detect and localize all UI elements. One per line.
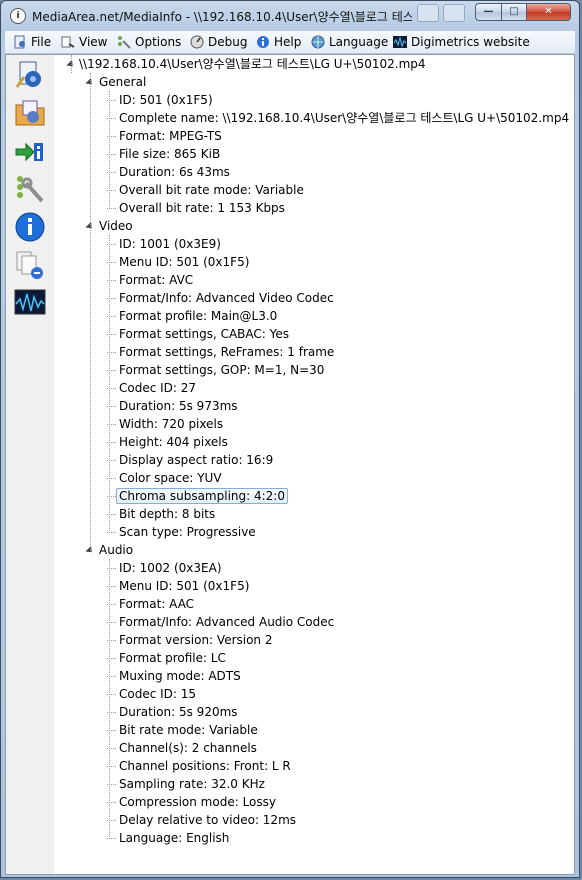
tree-field-audio[interactable]: Compression mode: Lossy — [107, 793, 276, 811]
tree-guide-line — [71, 55, 72, 73]
tree-field-video[interactable]: Duration: 5s 973ms — [107, 397, 238, 415]
menu-file[interactable]: File — [13, 31, 51, 53]
tree-root-file[interactable]: \\192.168.10.4\User\양수열\블로그 테스트\LG U+\50… — [79, 55, 426, 73]
tree-field-general[interactable]: Overall bit rate mode: Variable — [107, 181, 304, 199]
menu-file-label: File — [31, 35, 52, 49]
options-menu-icon — [118, 36, 131, 49]
tree-field-general[interactable]: File size: 865 KiB — [106, 145, 220, 163]
tree-field-video[interactable]: ID: 1001 (0x3E9) — [107, 235, 221, 253]
tree-field-audio[interactable]: Delay relative to video: 12ms — [106, 811, 296, 829]
ghost-window-icon — [443, 4, 465, 22]
tree-field-video[interactable]: Format/Info: Advanced Video Codec — [107, 289, 334, 307]
tree-field-audio[interactable]: Format version: Version 2 — [107, 631, 273, 649]
menu-website-label: Digimetrics website — [411, 35, 530, 49]
menu-options-label: Options — [135, 35, 182, 49]
client-area: \\192.168.10.4\User\양수열\블로그 테스트\LG U+\50… — [5, 54, 575, 875]
tree-field-general[interactable]: Duration: 6s 43ms — [107, 163, 230, 181]
tree-field-video[interactable]: Color space: YUV — [107, 469, 222, 487]
tree-field-audio[interactable]: Channel positions: Front: L R — [107, 757, 291, 775]
menu-language[interactable]: Language — [311, 31, 388, 53]
export-icon[interactable] — [14, 135, 46, 167]
close-button[interactable]: ✕ — [526, 3, 571, 21]
section-general[interactable]: General — [99, 73, 146, 91]
tree-field-video[interactable]: Height: 404 pixels — [107, 433, 228, 451]
language-globe-icon — [311, 35, 325, 49]
tree-field-audio[interactable]: Format: AAC — [106, 595, 194, 613]
menu-debug-label: Debug — [208, 35, 248, 49]
menu-language-label: Language — [329, 35, 389, 49]
tree-guide-line — [109, 559, 110, 839]
tree-field-video[interactable]: Format: AVC — [106, 271, 193, 289]
tree-field-audio[interactable]: Language: English — [106, 829, 229, 847]
tree-field-general[interactable]: ID: 501 (0x1F5) — [107, 91, 213, 109]
menu-view[interactable]: View — [61, 31, 107, 53]
tree-field-video[interactable]: Codec ID: 27 — [106, 379, 196, 397]
tree-field-audio[interactable]: Channel(s): 2 channels — [107, 739, 257, 757]
about-icon[interactable] — [14, 211, 46, 243]
debug-menu-icon — [190, 35, 204, 49]
help-menu-icon — [257, 36, 269, 48]
tree-field-audio[interactable]: Duration: 5s 920ms — [107, 703, 238, 721]
tree-field-general[interactable]: Complete name: \\192.168.10.4\User\양수열\블… — [106, 109, 569, 127]
tree-field-video[interactable]: Bit depth: 8 bits — [106, 505, 215, 523]
tree-field-video[interactable]: Format settings, GOP: M=1, N=30 — [106, 361, 324, 379]
menu-help[interactable]: Help — [256, 31, 301, 53]
tree-field-video[interactable]: Menu ID: 501 (0x1F5) — [106, 253, 249, 271]
menu-view-label: View — [79, 35, 108, 49]
menu-bar: File View Options Debug Help Language Di… — [5, 31, 575, 54]
tree-guide-line — [109, 91, 110, 209]
menu-help-label: Help — [274, 35, 302, 49]
knowledge-base-icon[interactable] — [14, 249, 46, 281]
tree-field-audio[interactable]: Sampling rate: 32.0 KHz — [107, 775, 265, 793]
media-info-tree[interactable]: \\192.168.10.4\User\양수열\블로그 테스트\LG U+\50… — [54, 55, 574, 874]
tree-field-video[interactable]: Format settings, CABAC: Yes — [106, 325, 289, 343]
menu-debug[interactable]: Debug — [190, 31, 247, 53]
tree-field-audio[interactable]: Muxing mode: ADTS — [107, 667, 241, 685]
selected-field-highlight[interactable]: Chroma subsampling: 4:2:0 — [116, 488, 288, 504]
tree-field-video[interactable]: Scan type: Progressive — [107, 523, 256, 541]
main-window: i MediaArea.net/MediaInfo - \\192.168.10… — [0, 0, 580, 878]
tree-field-video[interactable]: Format profile: Main@L3.0 — [106, 307, 277, 325]
section-video[interactable]: Video — [99, 217, 133, 235]
tree-field-audio[interactable]: Menu ID: 501 (0x1F5) — [106, 577, 249, 595]
tree-field-general[interactable]: Overall bit rate: 1 153 Kbps — [107, 199, 285, 217]
open-folder-icon[interactable] — [14, 97, 46, 129]
open-file-icon[interactable] — [14, 59, 46, 91]
tree-field-video[interactable]: Width: 720 pixels — [106, 415, 223, 433]
minimize-button[interactable]: — — [475, 3, 502, 21]
tree-guide-line — [90, 73, 91, 551]
view-menu-icon — [61, 36, 75, 48]
tree-field-audio[interactable]: Format/Info: Advanced Audio Codec — [106, 613, 334, 631]
mediainfo-app-icon[interactable]: i — [10, 8, 26, 24]
window-title: MediaArea.net/MediaInfo - \\192.168.10.4… — [32, 10, 412, 24]
menu-digimetrics-website[interactable]: Digimetrics website — [393, 31, 530, 53]
title-bar[interactable]: i MediaArea.net/MediaInfo - \\192.168.10… — [1, 1, 581, 29]
tree-field-audio[interactable]: Codec ID: 15 — [106, 685, 196, 703]
maximize-button[interactable]: □ — [501, 3, 527, 21]
menu-options[interactable]: Options — [117, 31, 181, 53]
toolbar-sidebar — [6, 55, 55, 874]
file-menu-icon — [14, 35, 25, 49]
tree-field-audio[interactable]: Bit rate mode: Variable — [107, 721, 258, 739]
tree-field-general[interactable]: Format: MPEG-TS — [107, 127, 222, 145]
tree-field-video[interactable]: Display aspect ratio: 16:9 — [106, 451, 273, 469]
section-audio[interactable]: Audio — [99, 541, 133, 559]
tree-field-audio[interactable]: Format profile: LC — [107, 649, 226, 667]
tree-field-video[interactable]: Chroma subsampling: 4:2:0 — [107, 487, 288, 505]
digimetrics-icon[interactable] — [14, 287, 46, 319]
tree-field-video[interactable]: Format settings, ReFrames: 1 frame — [106, 343, 334, 361]
tree-field-audio[interactable]: ID: 1002 (0x3EA) — [107, 559, 222, 577]
preferences-icon[interactable] — [14, 173, 46, 205]
ghost-window-icon — [417, 4, 439, 22]
digimetrics-menu-icon — [393, 36, 407, 48]
